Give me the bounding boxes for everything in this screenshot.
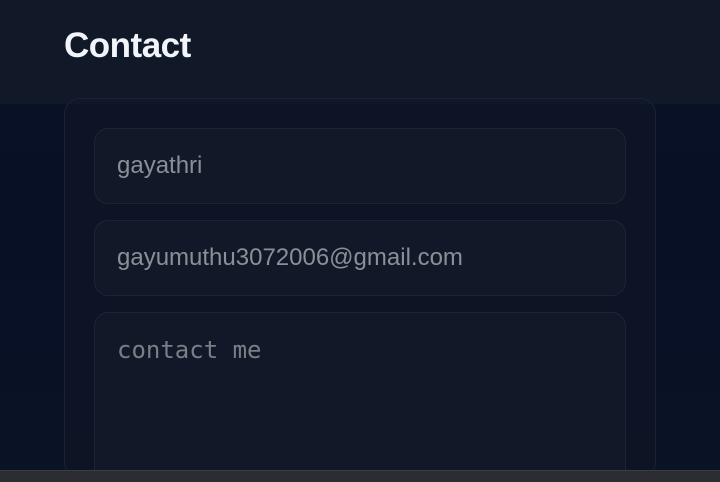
message-textarea[interactable]: contact me bbox=[94, 312, 626, 482]
name-field[interactable]: gayathri bbox=[94, 128, 626, 204]
page-header: Contact bbox=[0, 0, 720, 104]
bottom-bar bbox=[0, 470, 720, 482]
page-title: Contact bbox=[64, 26, 191, 65]
email-field[interactable]: gayumuthu3072006@gmail.com bbox=[94, 220, 626, 296]
